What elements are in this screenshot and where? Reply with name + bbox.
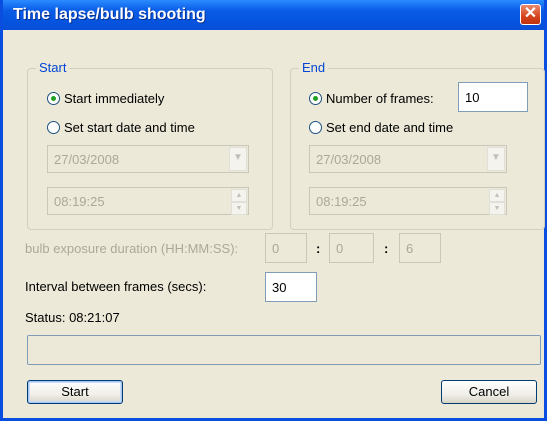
spinner-arrows-icon[interactable]: ▲ ▼ xyxy=(489,189,505,215)
number-of-frames-radio[interactable] xyxy=(309,92,322,105)
bulb-separator: : xyxy=(384,241,389,256)
number-of-frames-input[interactable]: 10 xyxy=(458,82,528,112)
number-of-frames-option[interactable]: Number of frames: xyxy=(309,91,434,106)
bulb-seconds-value: 6 xyxy=(406,240,414,256)
set-start-date-label: Set start date and time xyxy=(64,120,195,135)
bulb-hours-input[interactable]: 0 xyxy=(265,233,307,263)
end-group-label: End xyxy=(299,60,329,75)
status-text: Status: 08:21:07 xyxy=(25,310,120,325)
end-time-value: 08:19:25 xyxy=(316,193,367,209)
spinner-arrows-icon[interactable]: ▲ ▼ xyxy=(231,189,247,215)
chevron-down-icon[interactable]: ▼ xyxy=(487,147,505,171)
interval-value: 30 xyxy=(272,279,287,295)
start-time-spinner[interactable]: 08:19:25 ▲ ▼ xyxy=(47,187,249,215)
start-immediately-option[interactable]: Start immediately xyxy=(47,91,164,106)
set-start-date-option[interactable]: Set start date and time xyxy=(47,120,195,135)
bulb-hours-value: 0 xyxy=(272,240,280,256)
bulb-minutes-input[interactable]: 0 xyxy=(329,233,374,263)
bulb-seconds-input[interactable]: 6 xyxy=(399,233,441,263)
cancel-button[interactable]: Cancel xyxy=(441,380,537,404)
start-date-dropdown[interactable]: 27/03/2008 ▼ xyxy=(47,145,249,173)
close-icon: ✕ xyxy=(523,5,538,22)
start-time-value: 08:19:25 xyxy=(54,193,105,209)
interval-label: Interval between frames (secs): xyxy=(25,279,207,294)
start-button[interactable]: Start xyxy=(27,380,123,404)
set-end-date-label: Set end date and time xyxy=(326,120,454,135)
chevron-down-icon[interactable]: ▼ xyxy=(229,147,247,171)
set-end-date-radio[interactable] xyxy=(309,121,322,134)
start-immediately-radio[interactable] xyxy=(47,92,60,105)
set-start-date-radio[interactable] xyxy=(47,121,60,134)
bulb-minutes-value: 0 xyxy=(336,240,344,256)
start-date-value: 27/03/2008 xyxy=(54,151,120,167)
start-immediately-label: Start immediately xyxy=(64,91,165,106)
bulb-exposure-label: bulb exposure duration (HH:MM:SS): xyxy=(25,241,239,256)
start-group-label: Start xyxy=(36,60,70,75)
interval-input[interactable]: 30 xyxy=(265,272,317,302)
number-of-frames-label: Number of frames: xyxy=(326,91,434,106)
end-time-spinner[interactable]: 08:19:25 ▲ ▼ xyxy=(309,187,507,215)
bulb-separator: : xyxy=(316,241,321,256)
progress-bar xyxy=(27,335,541,365)
dialog-window: Time lapse/bulb shooting ✕ Start Start i… xyxy=(0,0,547,421)
number-of-frames-value: 10 xyxy=(465,89,480,105)
set-end-date-option[interactable]: Set end date and time xyxy=(309,120,453,135)
title-bar[interactable]: Time lapse/bulb shooting ✕ xyxy=(3,0,544,30)
close-button[interactable]: ✕ xyxy=(520,4,541,25)
end-date-dropdown[interactable]: 27/03/2008 ▼ xyxy=(309,145,507,173)
window-title: Time lapse/bulb shooting xyxy=(13,6,206,23)
end-date-value: 27/03/2008 xyxy=(316,151,382,167)
